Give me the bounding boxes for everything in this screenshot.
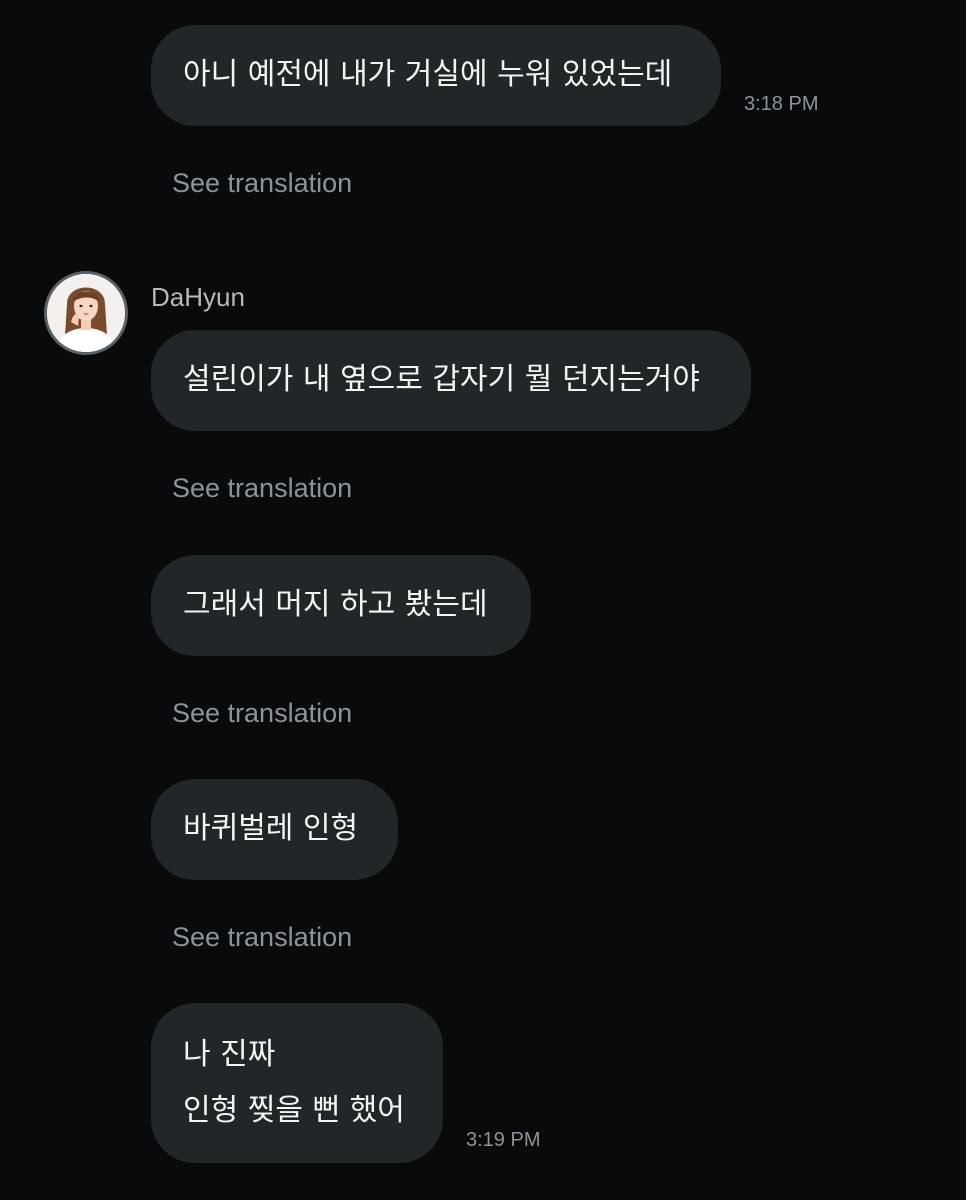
message-bubble[interactable]: 나 진짜 인형 찢을 뻔 했어 bbox=[151, 1003, 443, 1163]
see-translation-link[interactable]: See translation bbox=[172, 167, 352, 199]
avatar[interactable] bbox=[44, 271, 128, 355]
message-text: 그래서 머지 하고 봤는데 bbox=[183, 587, 488, 622]
message-text: 인형 찢을 뻔 했어 bbox=[183, 1093, 405, 1128]
see-translation-link[interactable]: See translation bbox=[172, 921, 352, 953]
message-bubble[interactable]: 바퀴벌레 인형 bbox=[151, 779, 398, 880]
message-bubble[interactable]: 그래서 머지 하고 봤는데 bbox=[151, 555, 531, 656]
message-text: 아니 예전에 내가 거실에 누워 있었는데 bbox=[183, 57, 673, 92]
see-translation-link[interactable]: See translation bbox=[172, 697, 352, 729]
see-translation-link[interactable]: See translation bbox=[172, 472, 352, 504]
message-timestamp: 3:18 PM bbox=[744, 93, 819, 115]
message-text: 설린이가 내 옆으로 갑자기 뭘 던지는거야 bbox=[183, 362, 700, 397]
profile-photo-icon bbox=[47, 274, 125, 352]
message-timestamp: 3:19 PM bbox=[466, 1129, 541, 1151]
message-bubble[interactable]: 아니 예전에 내가 거실에 누워 있었는데 bbox=[151, 25, 721, 126]
sender-name: DaHyun bbox=[151, 282, 245, 312]
message-text: 나 진짜 bbox=[183, 1037, 276, 1072]
message-text: 바퀴벌레 인형 bbox=[183, 811, 359, 846]
message-bubble[interactable]: 설린이가 내 옆으로 갑자기 뭘 던지는거야 bbox=[151, 330, 751, 431]
